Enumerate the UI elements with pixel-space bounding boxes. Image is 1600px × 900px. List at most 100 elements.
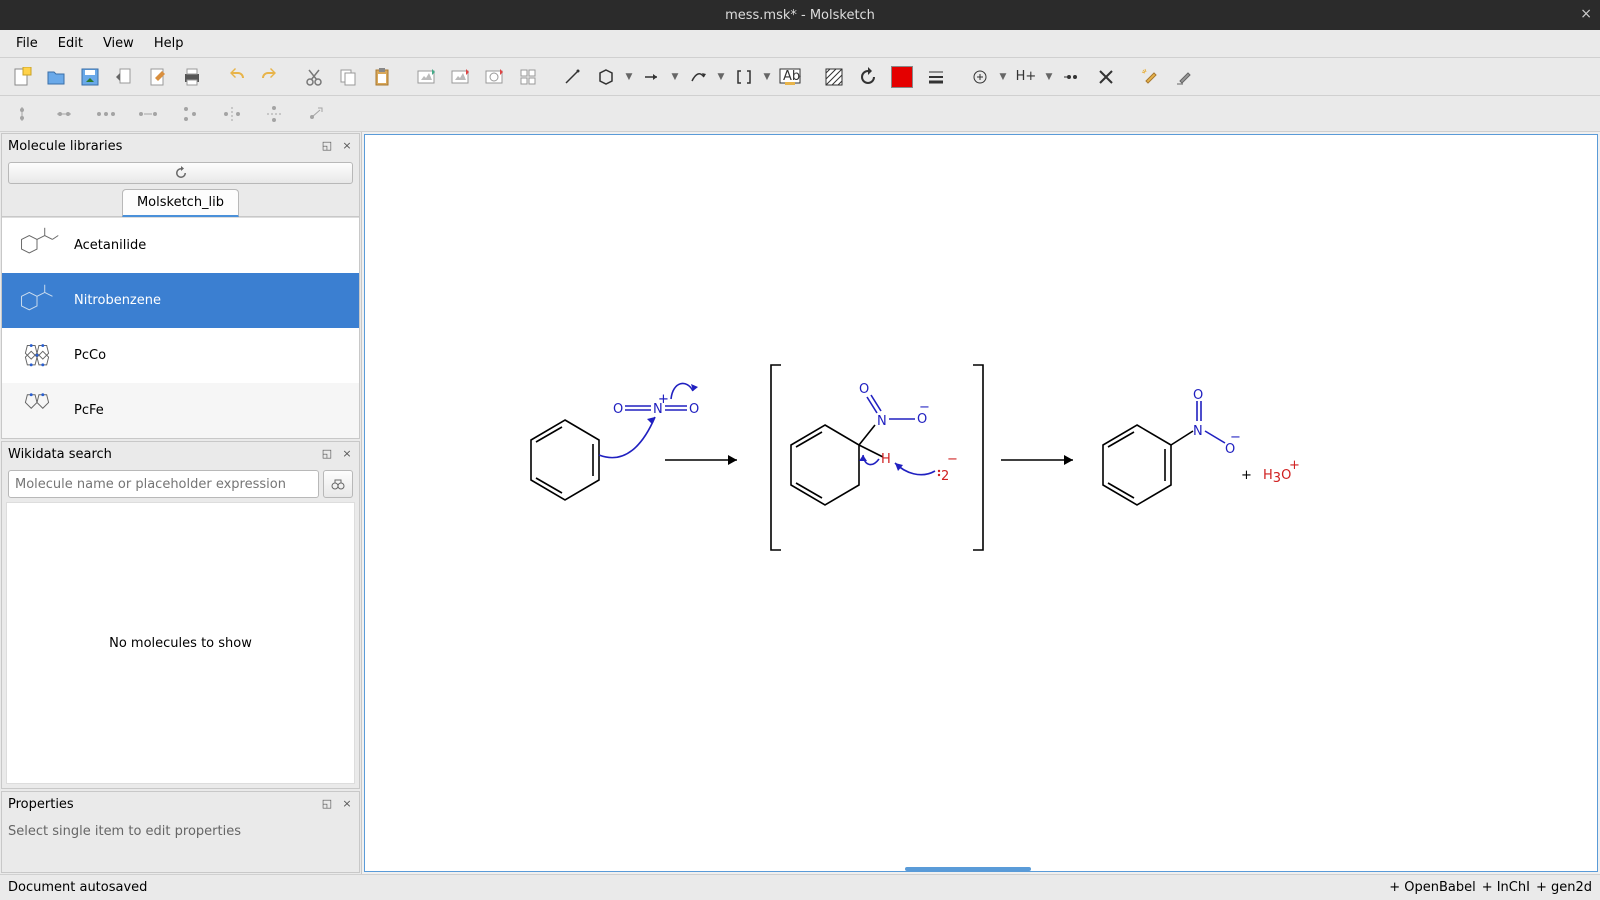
- secondary-toolbar: [0, 96, 1600, 132]
- curve-arrow-tool[interactable]: [682, 61, 714, 93]
- refresh-library-button[interactable]: [8, 162, 353, 184]
- library-list[interactable]: Acetanilide Nitrobenzene PcCo PcFe: [2, 217, 359, 438]
- clean-structure-icon[interactable]: [300, 100, 332, 128]
- panel-float-icon[interactable]: ◱: [319, 795, 335, 811]
- rotate-tool[interactable]: [852, 61, 884, 93]
- print-button[interactable]: [176, 61, 208, 93]
- library-item-label: Nitrobenzene: [74, 293, 161, 308]
- status-message: Document autosaved: [8, 880, 147, 895]
- panel-title: Molecule libraries: [8, 139, 122, 154]
- bracket-dropdown[interactable]: ▼: [762, 72, 772, 82]
- bracket-tool[interactable]: [728, 61, 760, 93]
- export-image-button[interactable]: [444, 61, 476, 93]
- menu-edit[interactable]: Edit: [48, 32, 93, 55]
- align-tool[interactable]: [1168, 61, 1200, 93]
- status-bar: Document autosaved + OpenBabel + InChI +…: [0, 874, 1600, 900]
- panel-title: Wikidata search: [8, 447, 112, 462]
- new-button[interactable]: [6, 61, 38, 93]
- clean-tool[interactable]: [1134, 61, 1166, 93]
- library-item-pcfe[interactable]: PcFe: [2, 383, 359, 438]
- align-h-icon[interactable]: [48, 100, 80, 128]
- search-button[interactable]: [323, 470, 353, 498]
- hydrogen-dropdown[interactable]: ▼: [1044, 72, 1054, 82]
- panel-header-wikidata: Wikidata search ◱ ×: [2, 442, 359, 466]
- menu-help[interactable]: Help: [144, 32, 194, 55]
- paste-button[interactable]: [366, 61, 398, 93]
- panel-float-icon[interactable]: ◱: [319, 445, 335, 461]
- library-item-pcco[interactable]: PcCo: [2, 328, 359, 383]
- ring-dropdown[interactable]: ▼: [624, 72, 634, 82]
- panel-close-icon[interactable]: ×: [339, 137, 355, 153]
- mirror-v-icon[interactable]: [258, 100, 290, 128]
- svg-text:Abc: Abc: [783, 69, 801, 84]
- wikidata-search-input[interactable]: [8, 470, 319, 498]
- space-h-icon[interactable]: [132, 100, 164, 128]
- export-svg-button[interactable]: [478, 61, 510, 93]
- save-as-button[interactable]: [108, 61, 140, 93]
- svg-text:H: H: [881, 452, 891, 467]
- svg-text:O: O: [859, 382, 869, 397]
- color-tool[interactable]: [886, 61, 918, 93]
- svg-text:2: 2: [941, 469, 949, 484]
- svg-text:O: O: [1193, 388, 1203, 403]
- align-v-icon[interactable]: [6, 100, 38, 128]
- curve-dropdown[interactable]: ▼: [716, 72, 726, 82]
- library-item-nitrobenzene[interactable]: Nitrobenzene: [2, 273, 359, 328]
- arrow-dropdown[interactable]: ▼: [670, 72, 680, 82]
- library-tabs: Molsketch_lib: [2, 188, 359, 217]
- menubar: File Edit View Help: [0, 30, 1600, 58]
- export-grid-button[interactable]: [512, 61, 544, 93]
- arrow-tool[interactable]: [636, 61, 668, 93]
- mirror-h-icon[interactable]: [216, 100, 248, 128]
- save-button[interactable]: [74, 61, 106, 93]
- text-tool[interactable]: Abc: [774, 61, 806, 93]
- plugin-gen2d: + gen2d: [1536, 880, 1592, 895]
- drawing-canvas[interactable]: O N + O +: [364, 134, 1598, 872]
- svg-text:O: O: [613, 402, 623, 417]
- left-sidebar: Molecule libraries ◱ × Molsketch_lib Ace…: [0, 132, 362, 874]
- molecule-thumb-icon: [8, 387, 66, 435]
- menu-view[interactable]: View: [93, 32, 144, 55]
- properties-panel: Properties ◱ × Select single item to edi…: [1, 791, 360, 873]
- window-close-button[interactable]: ×: [1580, 6, 1592, 22]
- cut-button[interactable]: [298, 61, 330, 93]
- charge-tool[interactable]: [964, 61, 996, 93]
- line-weight-tool[interactable]: [920, 61, 952, 93]
- reaction-drawing: O N + O +: [365, 135, 1455, 795]
- hydrogen-tool[interactable]: H+: [1010, 61, 1042, 93]
- charge-dropdown[interactable]: ▼: [998, 72, 1008, 82]
- panel-header-libraries: Molecule libraries ◱ ×: [2, 134, 359, 158]
- molecule-thumb-icon: [8, 332, 66, 380]
- svg-text:+: +: [1241, 468, 1252, 483]
- lone-pair-tool[interactable]: [1056, 61, 1088, 93]
- color-swatch[interactable]: [891, 66, 913, 88]
- copy-button[interactable]: [332, 61, 364, 93]
- molecule-thumb-icon: [8, 277, 66, 325]
- insert-image-button[interactable]: [410, 61, 442, 93]
- panel-close-icon[interactable]: ×: [339, 795, 355, 811]
- svg-text:N: N: [877, 414, 887, 429]
- edit-doc-button[interactable]: [142, 61, 174, 93]
- distribute-v-icon[interactable]: [174, 100, 206, 128]
- panel-header-properties: Properties ◱ ×: [2, 792, 359, 816]
- undo-button[interactable]: [220, 61, 252, 93]
- wikidata-panel: Wikidata search ◱ × No molecules to show: [1, 441, 360, 789]
- svg-text:−: −: [919, 400, 930, 415]
- panel-title: Properties: [8, 797, 74, 812]
- erase-tool[interactable]: [1090, 61, 1122, 93]
- line-tool[interactable]: [556, 61, 588, 93]
- svg-text:H3O: H3O: [1263, 468, 1291, 486]
- menu-file[interactable]: File: [6, 32, 48, 55]
- library-tab[interactable]: Molsketch_lib: [122, 189, 239, 217]
- ring-tool[interactable]: [590, 61, 622, 93]
- open-button[interactable]: [40, 61, 72, 93]
- panel-float-icon[interactable]: ◱: [319, 137, 335, 153]
- redo-button[interactable]: [254, 61, 286, 93]
- panel-close-icon[interactable]: ×: [339, 445, 355, 461]
- distribute-h-icon[interactable]: [90, 100, 122, 128]
- library-item-acetanilide[interactable]: Acetanilide: [2, 218, 359, 273]
- hatch-tool[interactable]: [818, 61, 850, 93]
- molecule-libraries-panel: Molecule libraries ◱ × Molsketch_lib Ace…: [1, 133, 360, 439]
- horizontal-scrollbar[interactable]: [905, 867, 1031, 871]
- properties-hint: Select single item to edit properties: [2, 816, 359, 872]
